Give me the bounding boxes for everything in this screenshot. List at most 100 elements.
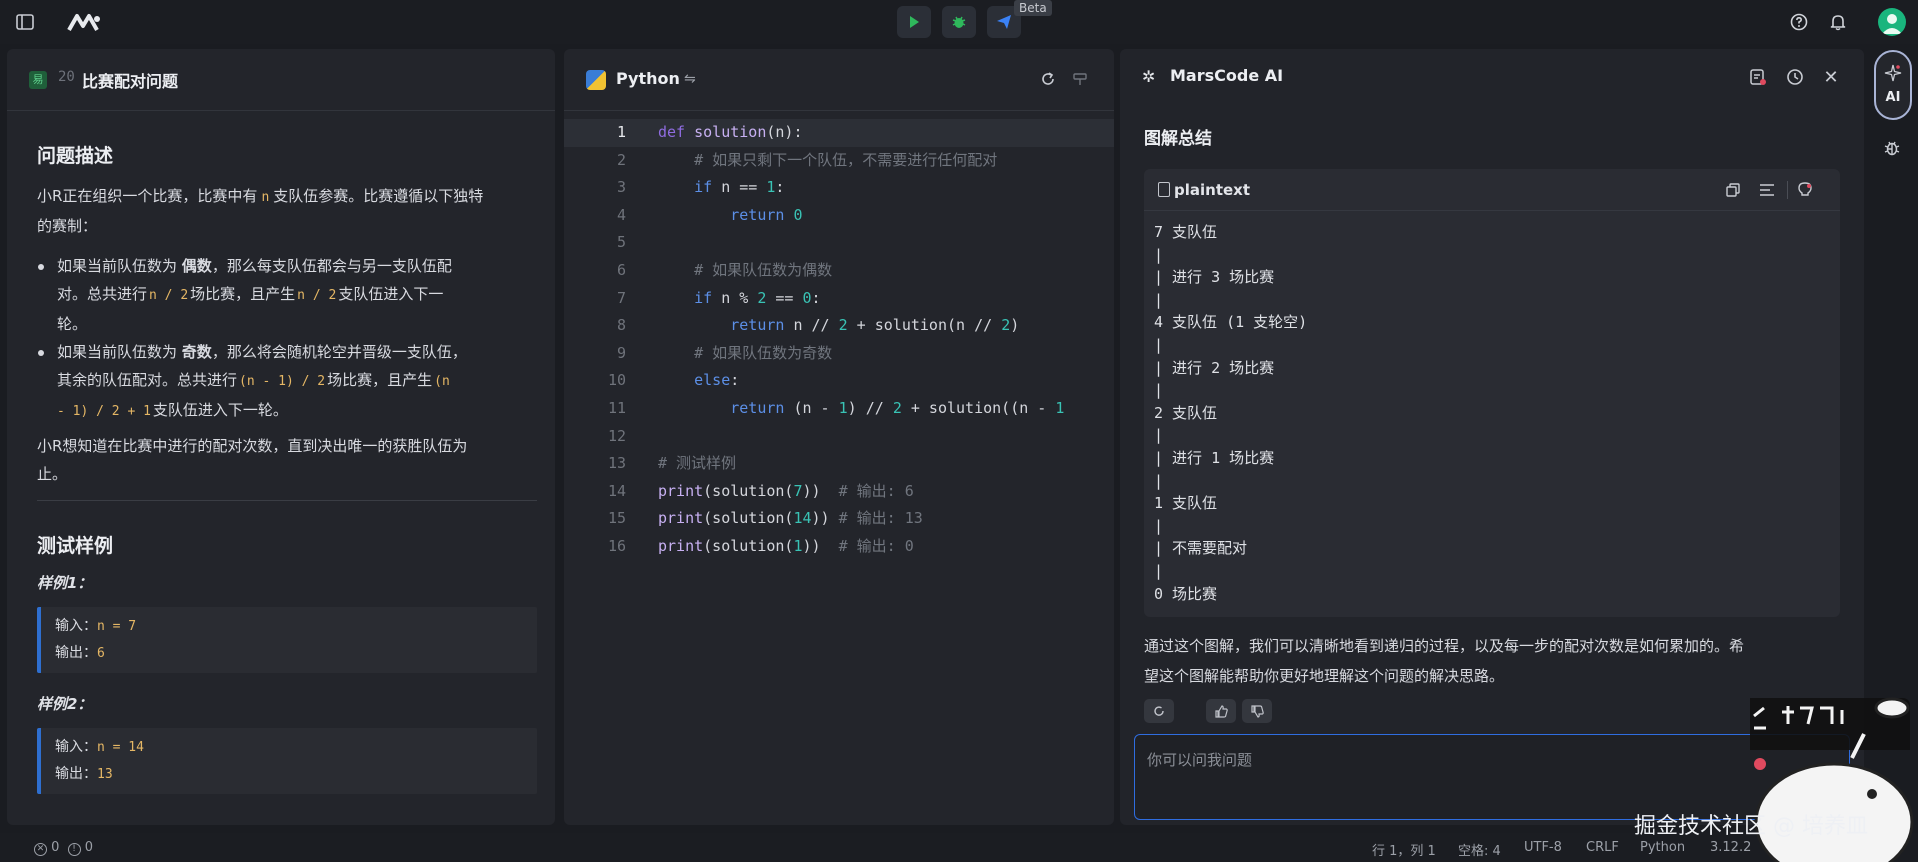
- editor-panel: Python ⇋ 1 def solution(n): 2 # 如果只剩下一个队伍…: [564, 49, 1114, 825]
- label: 输出：: [55, 645, 97, 661]
- sparkle-icon: ✲: [1142, 67, 1156, 86]
- text: 支队伍参赛。比赛遵循以下独特: [273, 187, 484, 205]
- inline-code: n / 2: [297, 288, 337, 303]
- list-item: 如果当前队伍数为 偶数，那么每支队伍都会与另一支队伍配 对。总共进行 n / 2场…: [7, 252, 537, 338]
- watermark: 掘金技术社区 @ 培养皿: [1634, 814, 1868, 839]
- plain-line: |: [1154, 426, 1164, 445]
- python-icon: [586, 70, 606, 90]
- code-line: 9 # 如果队伍数为奇数: [616, 343, 833, 362]
- plain-line: |: [1154, 245, 1164, 264]
- example-1-label: 样例1：: [37, 574, 93, 592]
- refresh-icon: [1154, 706, 1164, 716]
- example-input: 输入：n = 14: [55, 734, 523, 761]
- text: 小R想知道在比赛中进行的配对次数，直到决出唯一的获胜队伍为: [37, 437, 468, 455]
- section-title: 图解总结: [1144, 129, 1212, 149]
- code-line: 14 print(solution(7)) # 输出: 6: [607, 481, 914, 500]
- indent-setting[interactable]: 空格: 4: [1458, 840, 1501, 859]
- code-block-language: plaintext: [1174, 181, 1251, 199]
- status-bar: ✕ 0 ! 0 行 1，列 1 空格: 4 UTF-8 CRLF Python …: [0, 833, 1918, 862]
- plain-line: |: [1154, 516, 1164, 535]
- bold-text: 偶数: [181, 257, 212, 275]
- label: 输出：: [55, 766, 97, 782]
- code-line: 12: [607, 426, 626, 445]
- plain-line: 0 场比赛: [1154, 584, 1218, 603]
- debug-icon[interactable]: [1880, 136, 1904, 160]
- thumbs-up-icon: [1214, 704, 1228, 718]
- text: 如果当前队伍数为: [57, 343, 178, 361]
- close-icon[interactable]: ✕: [1820, 66, 1842, 88]
- plain-line: 2 支队伍: [1154, 403, 1218, 422]
- problem-panel: 易 20 比赛配对问题 问题描述 小R正在组织一个比赛，比赛中有 n 支队伍参赛。比…: [7, 49, 555, 825]
- regenerate-button[interactable]: [1144, 699, 1174, 723]
- text: 望这个图解能帮助你更好地理解这个问题的解决思路。: [1144, 667, 1505, 685]
- sidebar-toggle-icon[interactable]: [14, 11, 36, 33]
- user-avatar[interactable]: [1878, 8, 1906, 36]
- problem-title: 比赛配对问题: [82, 72, 179, 91]
- inline-code: - 1) / 2 + 1: [57, 404, 151, 419]
- debug-button[interactable]: [942, 6, 976, 38]
- bug-icon: [952, 16, 966, 28]
- ai-assistant-tab[interactable]: AI: [1874, 50, 1912, 120]
- dislike-button[interactable]: [1242, 699, 1272, 723]
- error-count-value: 0: [51, 840, 60, 855]
- language-selector[interactable]: Python: [616, 69, 680, 88]
- copy-icon[interactable]: [1724, 181, 1742, 199]
- beta-badge: Beta: [1014, 0, 1052, 16]
- like-button[interactable]: [1206, 699, 1236, 723]
- error-count[interactable]: ✕ 0 ! 0: [34, 840, 93, 856]
- code-line: 4 return 0: [616, 205, 803, 224]
- encoding[interactable]: UTF-8: [1524, 840, 1562, 855]
- code-editor[interactable]: 1 def solution(n): 2 # 如果只剩下一个队伍，不需要进行任何配…: [564, 119, 1114, 561]
- value: n = 7: [97, 619, 137, 634]
- editor-header: Python ⇋: [564, 49, 1114, 111]
- send-icon: [997, 15, 1011, 29]
- description-heading: 问题描述: [37, 145, 114, 167]
- text: ，那么每支队伍都会与另一支队伍配: [211, 257, 452, 275]
- plain-line: | 进行 2 场比赛: [1154, 358, 1275, 377]
- plain-line: | 进行 3 场比赛: [1154, 268, 1275, 287]
- swap-icon[interactable]: ⇋: [684, 71, 696, 87]
- thumbs-down-icon: [1250, 704, 1264, 718]
- difficulty-badge: 易: [29, 71, 47, 89]
- refresh-icon[interactable]: [1038, 69, 1058, 89]
- code-block: plaintext 7 支队伍 | | 进行 3 场比赛 | 4 支队伍 (1 …: [1144, 169, 1840, 617]
- label: 输入：: [55, 618, 97, 634]
- play-icon: [910, 16, 919, 28]
- top-bar: Beta: [0, 0, 1918, 44]
- example-1-box: 输入：n = 7 输出：6: [37, 607, 537, 673]
- bulb-icon[interactable]: [1796, 181, 1814, 199]
- format-icon[interactable]: [1070, 69, 1090, 89]
- history-icon[interactable]: [1784, 66, 1806, 88]
- list-item: 如果当前队伍数为 奇数，那么将会随机轮空并晋级一支队伍， 其余的队伍配对。总共进…: [7, 338, 537, 426]
- inline-code: (n: [434, 374, 450, 389]
- warning-count-value: 0: [84, 840, 93, 855]
- text: 对。总共进行: [57, 285, 148, 303]
- label: 输入：: [55, 739, 97, 755]
- text: 支队伍进入下一轮。: [152, 401, 288, 419]
- code-line: 10 else:: [607, 371, 740, 390]
- bold-text: 奇数: [181, 343, 212, 361]
- insert-icon[interactable]: [1758, 181, 1776, 199]
- plaintext-content: 7 支队伍 | | 进行 3 场比赛 | 4 支队伍 (1 支轮空) | | 进…: [1154, 221, 1307, 605]
- problem-header: 易 20 比赛配对问题: [7, 49, 555, 111]
- marscode-logo-icon[interactable]: [66, 10, 102, 34]
- cursor-position[interactable]: 行 1，列 1: [1372, 840, 1436, 859]
- inline-code: (n - 1) / 2: [239, 374, 326, 389]
- new-chat-icon[interactable]: [1747, 66, 1769, 88]
- help-icon[interactable]: [1788, 11, 1810, 33]
- run-button[interactable]: [897, 6, 931, 38]
- line-ending[interactable]: CRLF: [1586, 840, 1619, 855]
- ai-summary-text: 通过这个图解，我们可以清晰地看到递归的过程，以及每一步的配对次数是如何累加的。希…: [1144, 631, 1834, 691]
- inline-code: n / 2: [149, 288, 189, 303]
- plain-line: | 不需要配对: [1154, 539, 1248, 558]
- code-line: 11 return (n - 1) // 2 + solution((n - 1: [607, 398, 1065, 417]
- description-paragraph: 小R想知道在比赛中进行的配对次数，直到决出唯一的获胜队伍为 止。: [37, 432, 537, 488]
- rules-list: 如果当前队伍数为 偶数，那么每支队伍都会与另一支队伍配 对。总共进行 n / 2场…: [7, 252, 537, 426]
- file-icon: [1158, 182, 1170, 197]
- bell-icon[interactable]: [1827, 11, 1849, 33]
- text: 如果当前队伍数为: [57, 257, 178, 275]
- problem-content: 问题描述 小R正在组织一个比赛，比赛中有 n 支队伍参赛。比赛遵循以下独特 的赛制：…: [37, 141, 537, 794]
- language-mode[interactable]: Python: [1640, 840, 1685, 855]
- error-icon: ✕: [34, 843, 47, 856]
- text: 其余的队伍配对。总共进行: [57, 371, 238, 389]
